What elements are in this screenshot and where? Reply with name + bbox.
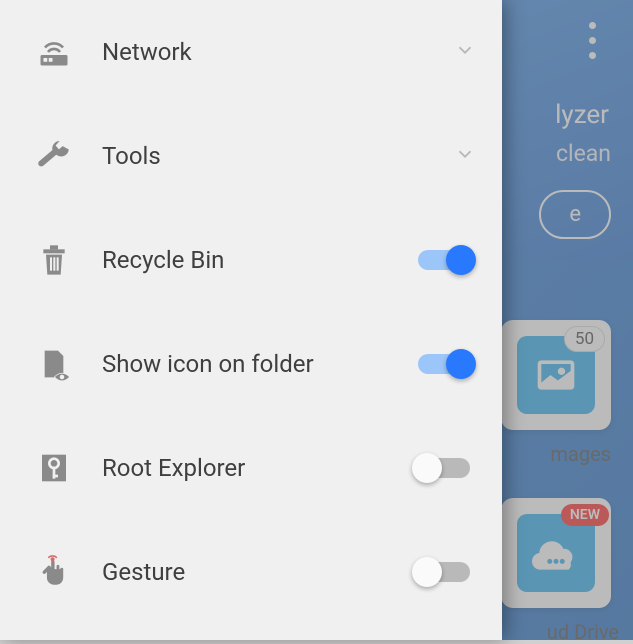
- menu-label: Show icon on folder: [102, 350, 418, 378]
- menu-label: Gesture: [102, 558, 418, 586]
- menu-label: Recycle Bin: [102, 246, 418, 274]
- menu-label: Root Explorer: [102, 454, 418, 482]
- file-view-icon: [34, 344, 74, 384]
- wrench-icon: [34, 136, 74, 176]
- menu-item-root-explorer[interactable]: Root Explorer: [0, 416, 502, 520]
- chevron-down-icon: [454, 39, 476, 65]
- menu-item-gesture[interactable]: Gesture: [0, 520, 502, 624]
- menu-label: Tools: [102, 142, 454, 170]
- menu-label: Network: [102, 38, 454, 66]
- network-icon: [34, 32, 74, 72]
- chevron-down-icon: [454, 143, 476, 169]
- trash-icon: [34, 240, 74, 280]
- key-icon: [34, 448, 74, 488]
- menu-item-show-icon[interactable]: Show icon on folder: [0, 312, 502, 416]
- navigation-drawer: Network Tools Recycle B: [0, 0, 502, 640]
- menu-item-network[interactable]: Network: [0, 0, 502, 104]
- toggle-recycle-bin[interactable]: [418, 250, 470, 270]
- menu-item-tools[interactable]: Tools: [0, 104, 502, 208]
- toggle-root-explorer[interactable]: [418, 458, 470, 478]
- toggle-gesture[interactable]: [418, 562, 470, 582]
- gesture-icon: [34, 552, 74, 592]
- toggle-show-icon[interactable]: [418, 354, 470, 374]
- menu-item-recycle-bin[interactable]: Recycle Bin: [0, 208, 502, 312]
